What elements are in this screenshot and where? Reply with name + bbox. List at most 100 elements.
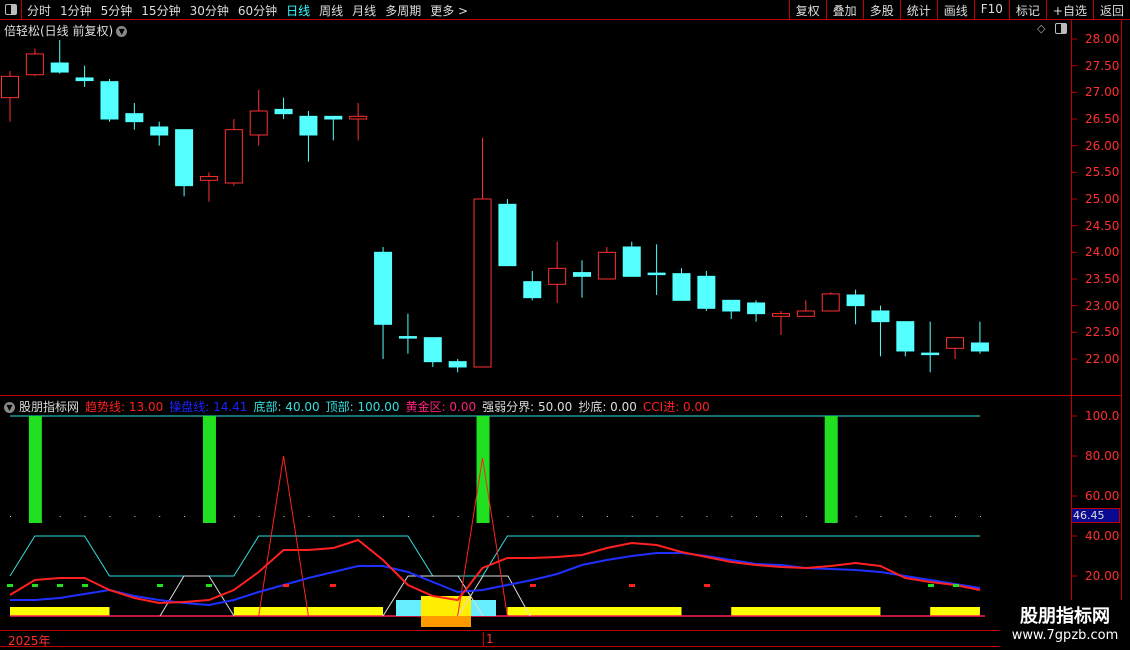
cyan-block: [396, 600, 421, 616]
mid-dot: [731, 516, 733, 517]
candle-down: [374, 251, 393, 325]
price-tick-label: 28.00: [1085, 32, 1120, 46]
trend-line: [9, 538, 981, 605]
price-tick-label: 24.50: [1085, 218, 1120, 233]
price-tick-label: 22.50: [1085, 325, 1120, 340]
price-tick-label: 25.00: [1085, 191, 1120, 206]
mid-dot: [805, 516, 807, 517]
signal-dash: [206, 584, 212, 587]
candle-down: [871, 310, 890, 323]
watermark-title: 股朋指标网: [1020, 606, 1110, 627]
right-side-panel[interactable]: [1121, 20, 1130, 630]
candle-down: [274, 108, 293, 115]
mid-dot: [979, 516, 981, 517]
mid-dot: [159, 516, 161, 517]
candle-down: [523, 281, 542, 299]
signal-dash: [32, 584, 38, 587]
signal-dash: [57, 584, 63, 587]
candle-down: [423, 337, 442, 363]
candle-up: [249, 110, 268, 136]
candle-down: [896, 321, 915, 352]
mid-dot: [780, 516, 782, 517]
price-tick-label: 27.00: [1085, 85, 1120, 100]
candle-down: [175, 129, 194, 187]
candle-up: [821, 293, 840, 312]
candle-down: [672, 273, 691, 301]
candle-down: [747, 302, 766, 315]
mid-dot: [880, 516, 882, 517]
mid-dot: [383, 516, 385, 517]
signal-dash: [704, 584, 710, 587]
signal-dash: [330, 584, 336, 587]
mid-dot: [905, 516, 907, 517]
mid-dot: [532, 516, 534, 517]
indicator-tick-label: 80.00: [1085, 449, 1120, 463]
mid-dot: [308, 516, 310, 517]
candle-down: [324, 115, 343, 120]
mid-dot: [855, 516, 857, 517]
mid-dot: [59, 516, 61, 517]
indicator-tick-label: 40.00: [1085, 529, 1120, 543]
mid-dot: [457, 516, 459, 517]
price-tick-label: 25.50: [1085, 165, 1120, 180]
operate-line: [10, 552, 981, 607]
signal-dash: [7, 584, 13, 587]
mid-dot: [10, 516, 11, 517]
chevron-down-icon[interactable]: ▼: [4, 402, 15, 413]
candle-up: [548, 267, 567, 285]
mid-dot: [507, 516, 509, 517]
mid-dot: [631, 516, 633, 517]
indicator-tick-label: 100.0: [1085, 409, 1120, 423]
candle-down: [50, 62, 69, 73]
candle-down: [448, 361, 467, 368]
candle-down: [846, 294, 865, 307]
candle-up: [199, 176, 218, 181]
mid-dot: [432, 516, 434, 517]
yellow-zone: [930, 607, 980, 616]
candle-down: [125, 113, 144, 123]
mid-dot: [233, 516, 235, 517]
mid-dot: [134, 516, 136, 517]
chart-canvas[interactable]: [0, 0, 1130, 650]
signal-dash: [530, 584, 536, 587]
mid-dot: [681, 516, 683, 517]
mid-dot: [109, 516, 111, 517]
indicator-value: 强弱分界: 50.00: [482, 400, 573, 414]
mid-dot: [656, 516, 658, 517]
signal-bar: [202, 416, 216, 523]
candle-up: [771, 313, 790, 317]
signal-bar: [824, 416, 838, 523]
indicator-header: ▼ 股朋指标网 趋势线: 13.00 操盘线: 14.41 底部: 40.00 顶部: 1…: [4, 398, 716, 415]
candle-down: [398, 336, 417, 339]
candle-up: [946, 337, 965, 349]
mid-dot: [582, 516, 584, 517]
mid-dot: [407, 516, 409, 517]
candle-down: [573, 272, 592, 277]
candle-down: [498, 203, 517, 267]
indicator-value: 趋势线: 13.00: [85, 400, 164, 414]
yellow-zone: [731, 607, 881, 616]
candle-down: [722, 299, 741, 312]
watermark: 股朋指标网 www.7gpzb.com: [1000, 600, 1130, 650]
mid-dot: [184, 516, 186, 517]
month-label: 1: [483, 632, 494, 646]
price-tick-label: 23.50: [1085, 271, 1120, 286]
indicator-tick-label: 60.00: [1085, 489, 1120, 503]
mid-dot: [283, 516, 285, 517]
candle-up: [224, 129, 243, 184]
signal-bar: [476, 416, 490, 523]
signal-bar: [28, 416, 42, 523]
mid-dot: [606, 516, 608, 517]
indicator-value: 操盘线: 14.41: [169, 400, 248, 414]
mid-dot: [706, 516, 708, 517]
signal-dash: [283, 584, 289, 587]
mid-dot: [955, 516, 957, 517]
indicator-name[interactable]: 股朋指标网: [19, 400, 79, 414]
candle-down: [299, 115, 318, 136]
candle-up: [349, 115, 368, 120]
indicator-value: CCI进: 0.00: [642, 400, 710, 414]
current-value-badge: 46.45: [1071, 508, 1120, 523]
mid-dot: [930, 516, 932, 517]
candle-up: [25, 53, 44, 76]
price-tick-label: 27.50: [1085, 58, 1120, 73]
